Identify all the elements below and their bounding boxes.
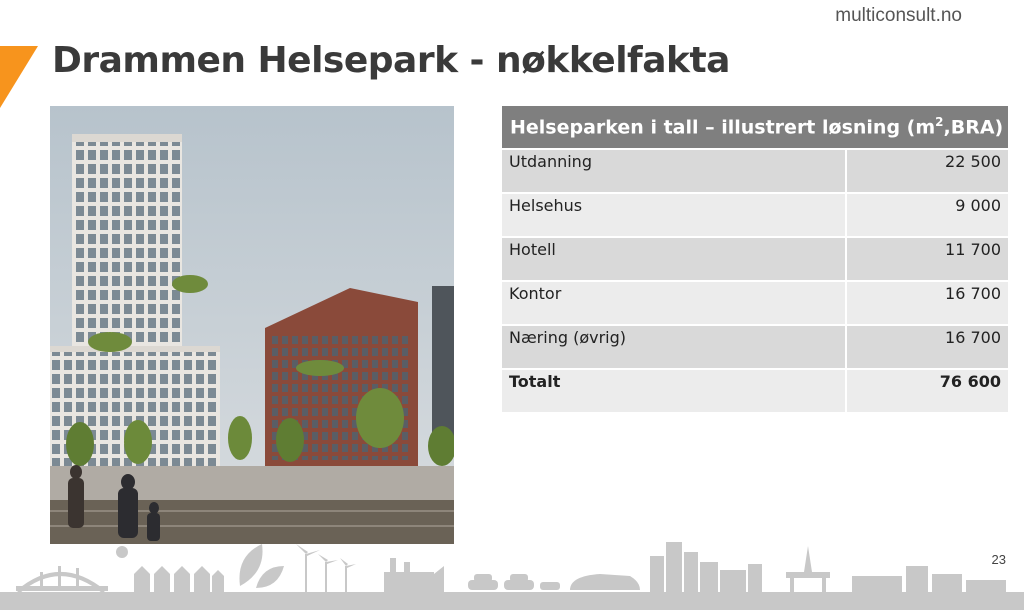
slide-title: Drammen Helsepark - nøkkelfakta — [52, 40, 730, 81]
row-value: 22 500 — [844, 148, 1009, 193]
table-header-row: Helseparken i tall – illustrert løsning … — [502, 106, 1009, 149]
leaf-icon — [239, 544, 284, 588]
accent-triangle — [0, 46, 38, 108]
row-value: 16 700 — [844, 324, 1009, 369]
industrial-buildings-icon — [852, 566, 1006, 592]
table-row: Utdanning 22 500 — [502, 148, 1009, 193]
architectural-illustration — [50, 106, 454, 544]
table-heading: Helseparken i tall – illustrert løsning … — [502, 106, 1009, 149]
train-icon — [570, 574, 640, 590]
city-buildings-icon — [650, 542, 762, 592]
city-skyline-graphic — [0, 542, 1024, 610]
row-label: Kontor — [502, 280, 846, 325]
sun-icon — [116, 546, 128, 558]
wind-turbine-icon — [296, 544, 356, 592]
row-value: 11 700 — [844, 236, 1009, 281]
row-value: 9 000 — [844, 192, 1009, 237]
factory-icon — [384, 558, 444, 592]
table-row: Kontor 16 700 — [502, 280, 1009, 325]
brand-url: multiconsult.no — [835, 5, 962, 26]
houses-icon — [134, 566, 224, 592]
table-total-row: Totalt 76 600 — [502, 368, 1009, 412]
table-row: Næring (øvrig) 16 700 — [502, 324, 1009, 369]
key-facts-table: Helseparken i tall – illustrert løsning … — [502, 106, 1009, 412]
oil-platform-icon — [786, 546, 830, 592]
total-label: Totalt — [502, 368, 846, 412]
table-row: Helsehus 9 000 — [502, 192, 1009, 237]
total-value: 76 600 — [844, 368, 1009, 412]
row-label: Næring (øvrig) — [502, 324, 846, 369]
row-label: Hotell — [502, 236, 846, 281]
bridge-icon — [16, 566, 108, 594]
table-row: Hotell 11 700 — [502, 236, 1009, 281]
car-icon — [468, 574, 560, 590]
row-label: Helsehus — [502, 192, 846, 237]
row-label: Utdanning — [502, 148, 846, 193]
row-value: 16 700 — [844, 280, 1009, 325]
